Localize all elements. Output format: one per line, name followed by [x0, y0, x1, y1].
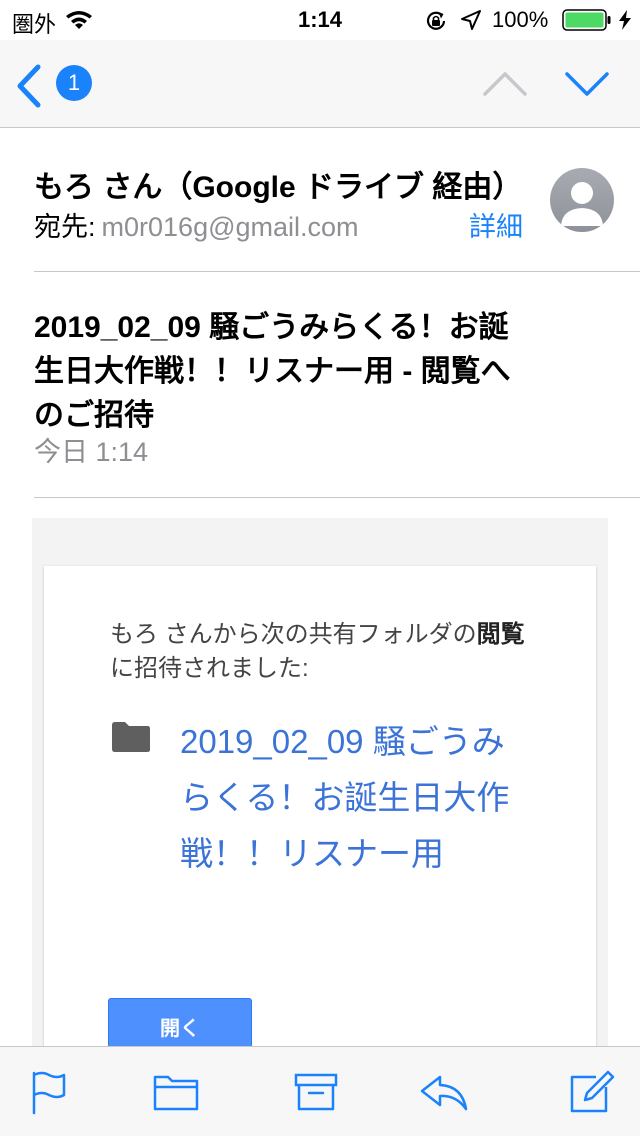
lock-rotation-icon — [426, 11, 446, 30]
back-chevron-icon — [17, 64, 41, 108]
back-button[interactable]: 1 — [14, 62, 98, 108]
nav-bar: 1 — [0, 40, 640, 128]
status-bar: 圏外 1:14 100% — [0, 0, 640, 40]
invite-role: 閲覧 — [476, 621, 525, 648]
recipient-line: 宛先: m0r016g@gmail.com — [34, 205, 359, 244]
divider — [34, 271, 640, 272]
sender-name: もろ さん（Google ドライブ 経由） — [34, 171, 523, 204]
divider — [34, 497, 640, 498]
compose-icon[interactable] — [566, 1069, 618, 1115]
flag-icon[interactable] — [24, 1069, 76, 1115]
invite-text-prefix: もろ さんから次の共有フォルダの — [110, 621, 477, 648]
email-body: もろ さんから次の共有フォルダの閲覧に招待されました: 2019_02_09 騒… — [32, 518, 608, 1058]
invite-text-suffix: に招待されました: — [110, 655, 309, 682]
invite-text: もろ さんから次の共有フォルダの閲覧に招待されました: — [110, 618, 530, 686]
invite-card: もろ さんから次の共有フォルダの閲覧に招待されました: 2019_02_09 騒… — [44, 566, 596, 1058]
recipient-address[interactable]: m0r016g@gmail.com — [102, 212, 359, 242]
folder-icon[interactable] — [150, 1069, 202, 1115]
battery-percent: 100% — [492, 7, 549, 32]
chevron-up-icon[interactable] — [482, 70, 528, 98]
recipient-label: 宛先: — [34, 212, 96, 242]
subject: 2019_02_09 騒ごうみらくる！お誕生日大作戦！！リスナー用 - 閲覧への… — [34, 311, 511, 432]
battery-icon — [562, 9, 611, 31]
folder-icon — [112, 722, 150, 752]
bottom-toolbar — [0, 1046, 640, 1136]
details-link[interactable]: 詳細 — [469, 205, 523, 244]
avatar[interactable] — [550, 168, 614, 232]
chevron-down-icon[interactable] — [564, 70, 610, 98]
reply-icon[interactable] — [418, 1069, 470, 1115]
folder-link[interactable]: 2019_02_09 騒ごうみらくる！お誕生日大作戦！！リスナー用 — [180, 714, 520, 882]
archive-icon[interactable] — [290, 1069, 342, 1115]
person-icon — [561, 182, 603, 226]
message-date: 今日 1:14 — [34, 437, 149, 467]
charging-icon — [619, 10, 631, 30]
unread-badge: 1 — [56, 65, 92, 101]
location-icon — [461, 10, 481, 30]
